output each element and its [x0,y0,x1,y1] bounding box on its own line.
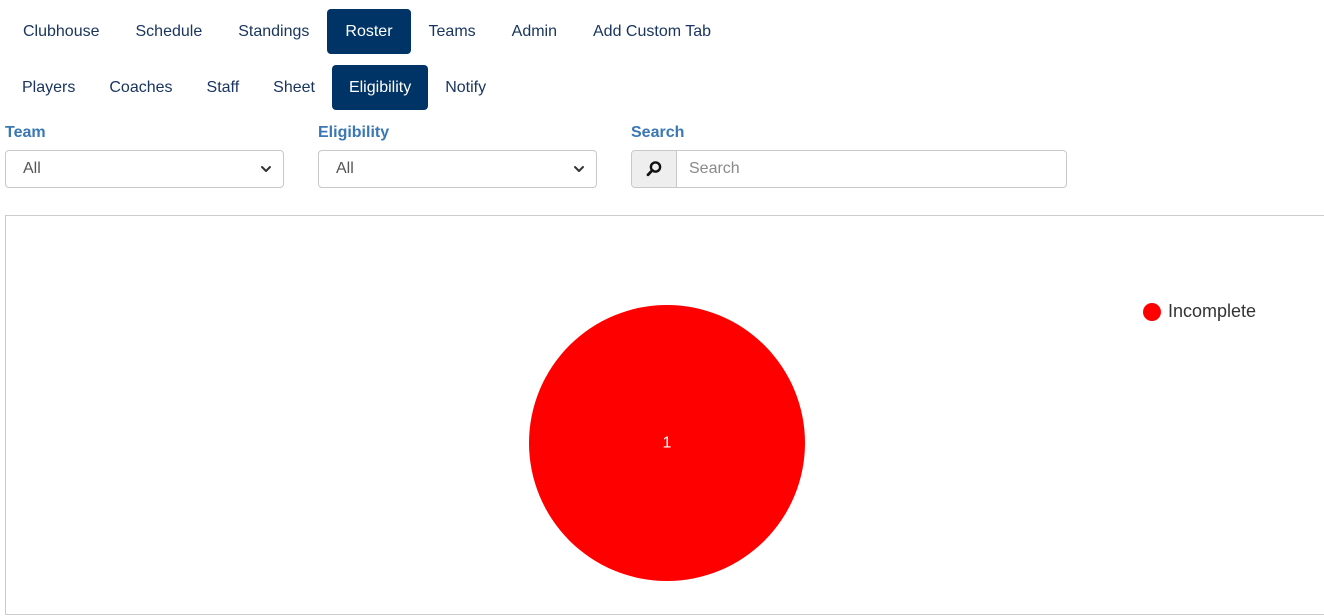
team-filter: Team All [5,123,284,188]
secondary-tab-eligibility[interactable]: Eligibility [331,65,429,110]
legend-label[interactable]: Incomplete [1168,301,1256,322]
chevron-down-icon [261,166,271,172]
eligibility-chart-panel: 1 Incomplete [5,215,1324,615]
eligibility-select-value: All [336,160,354,177]
secondary-tab-staff[interactable]: Staff [190,65,257,110]
secondary-tab-players[interactable]: Players [5,65,92,110]
secondary-nav: Players Coaches Staff Sheet Eligibility Notif… [5,65,503,110]
primary-tab-clubhouse[interactable]: Clubhouse [5,9,118,54]
eligibility-select[interactable]: All [318,150,597,188]
eligibility-filter-label: Eligibility [318,124,390,141]
eligibility-filter: Eligibility All [318,123,597,188]
team-select[interactable]: All [5,150,284,188]
eligibility-pie-chart: 1 [529,305,805,581]
secondary-tab-coaches[interactable]: Coaches [92,65,189,110]
search-button[interactable] [632,151,677,187]
pie-data-label: 1 [663,435,672,452]
search-input[interactable] [677,151,1066,187]
search-icon [646,161,662,177]
primary-tab-teams[interactable]: Teams [411,9,494,54]
team-filter-label: Team [5,124,46,141]
primary-nav: Clubhouse Schedule Standings Roster Teams Adm… [5,9,729,54]
search-group [631,150,1067,188]
search-filter-label: Search [631,124,685,141]
chevron-down-icon [574,166,584,172]
primary-tab-schedule[interactable]: Schedule [118,9,221,54]
primary-tab-roster[interactable]: Roster [327,9,411,54]
primary-tab-standings[interactable]: Standings [220,9,327,54]
secondary-tab-sheet[interactable]: Sheet [256,65,332,110]
team-select-value: All [23,160,41,177]
secondary-tab-notify[interactable]: Notify [428,65,503,110]
primary-tab-admin[interactable]: Admin [494,9,575,54]
primary-tab-add-custom-tab[interactable]: Add Custom Tab [575,9,729,54]
search-filter: Search [631,123,1067,188]
chart-legend: Incomplete [1143,301,1256,322]
legend-swatch [1143,302,1161,321]
